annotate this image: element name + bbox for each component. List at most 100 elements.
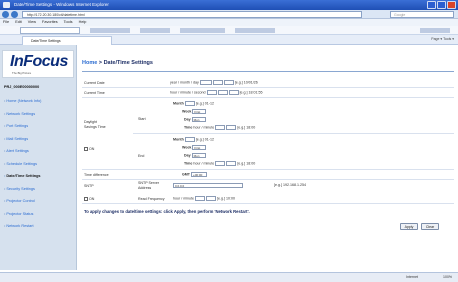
- window-title-bar: Date/Time Settings - Windows Internet Ex…: [0, 0, 458, 10]
- time-second-input[interactable]: [228, 90, 239, 95]
- status-bar: Internet 100%: [0, 272, 458, 282]
- toolbar-item[interactable]: [180, 28, 225, 33]
- start-time-row: Time hour / minute [e.g.] 18:00: [184, 125, 255, 130]
- tab-datetime-settings[interactable]: Date/Time Settings: [22, 36, 112, 45]
- time-minute-input[interactable]: [217, 90, 228, 95]
- read-frequency-hint: [e.g.] 10:00: [216, 196, 235, 201]
- menu-help[interactable]: Help: [79, 20, 87, 24]
- sidebar-item-mail-settings[interactable]: Mail Settings: [4, 133, 76, 146]
- toolbar-item[interactable]: [90, 28, 130, 33]
- page-title: Home > Date/Time Settings: [82, 60, 153, 66]
- clear-button[interactable]: Clear: [421, 223, 439, 230]
- sidebar-item-schedule-settings[interactable]: Schedule Settings: [4, 158, 76, 171]
- menu-tools[interactable]: Tools: [64, 20, 73, 24]
- sidebar-nav: Home (Network Info) Network Settings Por…: [4, 95, 76, 233]
- start-day-select[interactable]: Mon: [191, 117, 206, 122]
- toolbar-row: [0, 26, 458, 35]
- current-date-format: year / month / day: [170, 80, 199, 85]
- menu-view[interactable]: View: [28, 20, 36, 24]
- main-content: Home > Date/Time Settings Current Date y…: [78, 45, 458, 270]
- end-month-input[interactable]: [184, 137, 195, 142]
- start-minute-input[interactable]: [226, 125, 237, 130]
- toolbar-item[interactable]: [420, 28, 450, 33]
- search-input[interactable]: Google: [390, 11, 454, 18]
- page-title-text: Date/Time Settings: [103, 60, 153, 66]
- sidebar-item-projector-status[interactable]: Projector Status: [4, 208, 76, 221]
- back-icon[interactable]: [2, 11, 9, 18]
- gmt-label: GMT: [182, 172, 190, 177]
- window-controls: [427, 1, 456, 9]
- toolbar-search-box[interactable]: [20, 27, 80, 34]
- web-page: InFocus The Big Picture PRJ_000E00000000…: [0, 45, 458, 270]
- address-input[interactable]: http://172.20.30.180/ctl/datetime.html: [22, 11, 362, 18]
- infocus-logo: InFocus The Big Picture: [2, 50, 74, 78]
- sidebar-item-datetime-settings[interactable]: Date/Time Settings: [4, 170, 76, 183]
- start-month-input[interactable]: [184, 101, 195, 106]
- date-year-input[interactable]: [199, 80, 212, 85]
- gmt-select[interactable]: +00:00: [190, 172, 207, 177]
- start-time-format: hour / minute: [193, 125, 215, 130]
- end-day-select[interactable]: Mon: [191, 153, 206, 158]
- start-hour-input[interactable]: [215, 125, 226, 130]
- start-week-select[interactable]: First: [192, 109, 207, 114]
- end-week-row: Week First: [182, 145, 207, 150]
- zoom-level[interactable]: 100%: [443, 273, 452, 282]
- apply-button[interactable]: Apply: [400, 223, 418, 230]
- sntp-server-hint: [e.g.] 192.168.1.254: [274, 183, 306, 188]
- start-time-hint: [e.g.] 18:00: [237, 125, 256, 130]
- sidebar-item-home[interactable]: Home (Network Info): [4, 95, 76, 108]
- current-time-label: Current Time: [84, 91, 105, 95]
- dst-start-label: Start: [138, 117, 146, 121]
- tab-bar: Date/Time Settings Page ▾ Tools ▾: [0, 35, 458, 45]
- logo-brand: InFocus: [10, 53, 68, 70]
- end-hour-input[interactable]: [215, 161, 226, 166]
- minimize-button[interactable]: [427, 1, 436, 9]
- sidebar-item-port-settings[interactable]: Port Settings: [4, 120, 76, 133]
- toolbar-item[interactable]: [235, 28, 275, 33]
- sidebar-item-alert-settings[interactable]: Alert Settings: [4, 145, 76, 158]
- breadcrumb-home[interactable]: Home: [82, 60, 97, 66]
- date-day-input[interactable]: [223, 80, 234, 85]
- dst-on-checkbox[interactable]: [84, 147, 88, 152]
- sidebar-item-network-restart[interactable]: Network Restart: [4, 220, 76, 233]
- close-button[interactable]: [447, 1, 456, 9]
- address-bar-row: http://172.20.30.180/ctl/datetime.html G…: [0, 10, 458, 19]
- dst-end-label: End: [138, 154, 145, 158]
- menu-favorites[interactable]: Favorites: [42, 20, 58, 24]
- end-week-label: Week: [182, 145, 192, 150]
- maximize-button[interactable]: [437, 1, 446, 9]
- menu-file[interactable]: File: [3, 20, 9, 24]
- sidebar-item-projector-control[interactable]: Projector Control: [4, 195, 76, 208]
- read-frequency-label: Read Frequency: [138, 197, 165, 201]
- tab-tools[interactable]: Page ▾ Tools ▾: [431, 37, 454, 41]
- toolbar-item[interactable]: [140, 28, 170, 33]
- sntp-server-input[interactable]: 0.0.0.0: [173, 183, 243, 188]
- sntp-server-label: SNTP Server Address: [138, 181, 160, 190]
- read-frequency-minute-input[interactable]: [205, 196, 216, 201]
- read-frequency-format: hour / minute: [173, 196, 194, 201]
- start-month-hint: [e.g.] 01-12: [195, 101, 214, 106]
- end-day-row: Day Mon: [184, 153, 206, 158]
- menu-edit[interactable]: Edit: [15, 20, 22, 24]
- current-time-format: hour / minute / second: [170, 90, 206, 95]
- start-week-label: Week: [182, 109, 192, 114]
- dst-label: Daylight Savings Time: [84, 120, 106, 129]
- sidebar: InFocus The Big Picture PRJ_000E00000000…: [0, 45, 77, 270]
- read-frequency-hour-input[interactable]: [194, 196, 205, 201]
- start-month-label: Month: [173, 101, 184, 106]
- end-month-hint: [e.g.] 01-12: [195, 137, 214, 142]
- ie-icon: [3, 2, 10, 8]
- logo-tagline: The Big Picture: [12, 71, 32, 75]
- sntp-on-checkbox[interactable]: [84, 197, 88, 202]
- end-minute-input[interactable]: [226, 161, 237, 166]
- end-day-label: Day: [184, 153, 191, 158]
- sidebar-item-network-settings[interactable]: Network Settings: [4, 108, 76, 121]
- time-hour-input[interactable]: [206, 90, 217, 95]
- sidebar-item-security-settings[interactable]: Security Settings: [4, 183, 76, 196]
- divider: [82, 169, 454, 170]
- divider: [133, 133, 454, 134]
- forward-icon[interactable]: [11, 11, 18, 18]
- end-week-select[interactable]: First: [192, 145, 207, 150]
- date-month-input[interactable]: [212, 80, 223, 85]
- gmt-row: GMT +00:00: [182, 172, 207, 177]
